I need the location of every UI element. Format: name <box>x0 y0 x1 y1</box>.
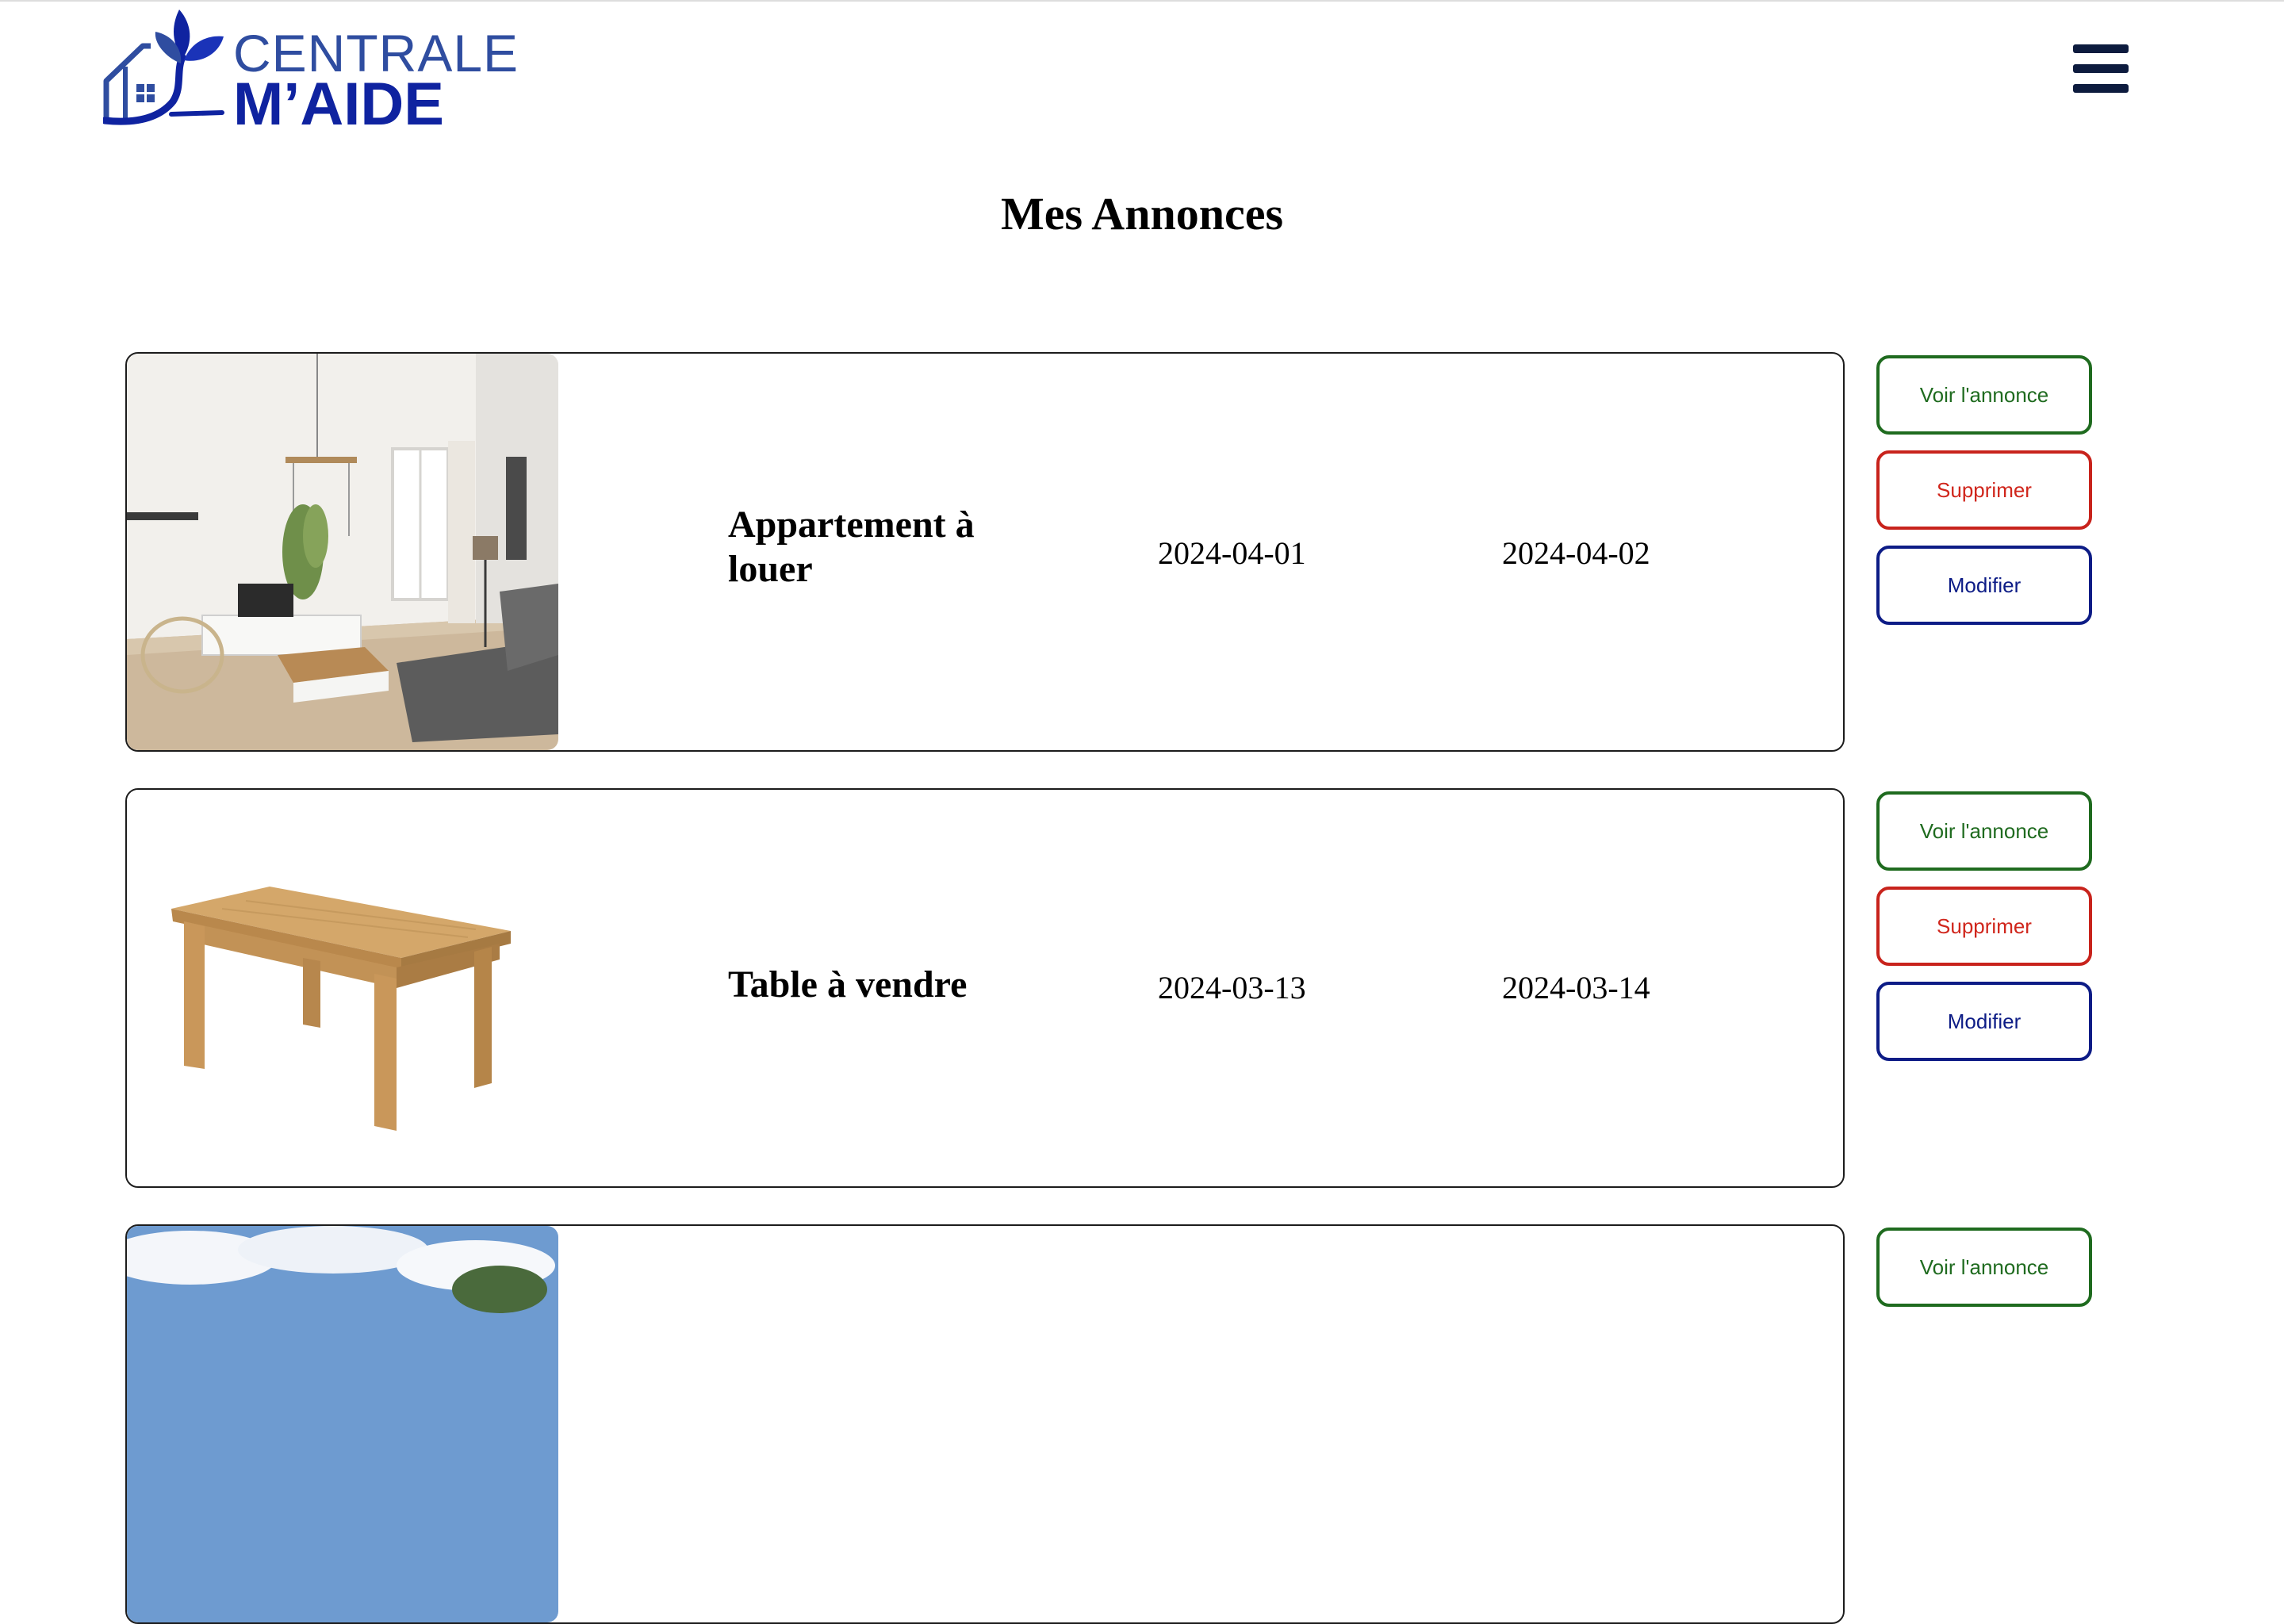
listing-title: Table à vendre <box>728 963 968 1005</box>
hamburger-menu-icon[interactable] <box>2073 44 2129 94</box>
listing-card-1: Appartement à louer 2024-04-01 2024-04-0… <box>125 352 1845 752</box>
delete-listing-button[interactable]: Supprimer <box>1876 887 2092 966</box>
view-listing-button[interactable]: Voir l'annonce <box>1876 1228 2092 1307</box>
house-leaf-logo-icon <box>103 10 224 125</box>
listing-image-wooden-table <box>127 790 558 1186</box>
edit-listing-button[interactable]: Modifier <box>1876 546 2092 625</box>
page-title: Mes Annonces <box>1000 188 1284 239</box>
listing-card-3 <box>125 1224 1845 1624</box>
view-listing-button[interactable]: Voir l'annonce <box>1876 355 2092 435</box>
view-listing-button[interactable]: Voir l'annonce <box>1876 791 2092 871</box>
brand-logo[interactable]: CENTRALE M’AIDE <box>103 8 518 138</box>
listing-date-end: 2024-03-14 <box>1502 970 1650 1005</box>
brand-name-line2: M’AIDE <box>233 71 444 138</box>
delete-listing-button[interactable]: Supprimer <box>1876 450 2092 530</box>
listing-date-start: 2024-04-01 <box>1158 535 1306 571</box>
edit-listing-button[interactable]: Modifier <box>1876 982 2092 1061</box>
listing-title: Appartement à louer <box>728 504 975 590</box>
listing-image-landscape <box>127 1226 558 1622</box>
listing-date-end: 2024-04-02 <box>1502 535 1650 571</box>
listing-date-start: 2024-03-13 <box>1158 970 1306 1005</box>
listing-image-living-room <box>127 354 558 750</box>
listing-card-2: Table à vendre 2024-03-13 2024-03-14 <box>125 788 1845 1188</box>
